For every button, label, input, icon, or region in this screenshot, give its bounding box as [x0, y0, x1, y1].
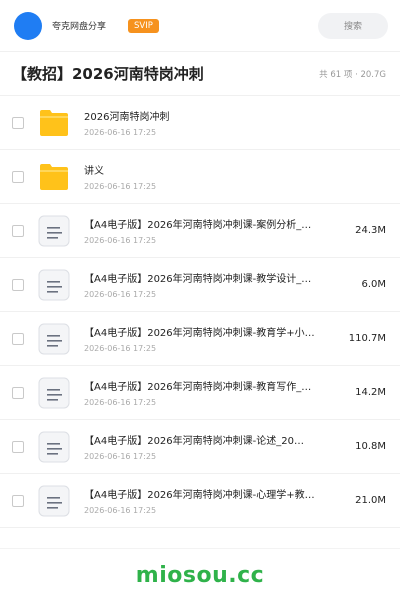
- item-time: 2026-06-16 17:25: [84, 506, 157, 515]
- item-checkbox[interactable]: [12, 170, 24, 183]
- folder-icon: [38, 161, 70, 193]
- document-icon: [38, 323, 70, 355]
- list-item[interactable]: 讲义 2026-06-16 17:25: [0, 150, 400, 204]
- item-time: 2026-06-16 17:25: [84, 344, 157, 353]
- search-button[interactable]: 搜索: [318, 12, 388, 39]
- item-size: 110.7M: [348, 333, 386, 344]
- item-name: 【A4电子版】2026年河南特岗冲刺课-案例分析_…: [84, 220, 312, 231]
- folder-title-bar: 【教招】2026河南特岗冲刺 共 61 项 · 20.7G: [0, 52, 400, 96]
- item-size: 6.0M: [361, 279, 386, 290]
- svip-badge[interactable]: SVIP: [128, 18, 159, 33]
- page-title: 【教招】2026河南特岗冲刺: [12, 65, 204, 83]
- item-name: 【A4电子版】2026年河南特岗冲刺课-教学设计_…: [84, 274, 312, 285]
- divider: [0, 548, 400, 549]
- list-item[interactable]: 2026河南特岗冲刺 2026-06-16 17:25: [0, 96, 400, 150]
- item-checkbox[interactable]: [12, 278, 24, 291]
- item-time: 2026-06-16 17:25: [84, 290, 157, 299]
- avatar[interactable]: [14, 11, 42, 40]
- item-name: 【A4电子版】2026年河南特岗冲刺课-教育写作_…: [84, 382, 312, 393]
- folder-icon: [38, 107, 70, 139]
- item-checkbox[interactable]: [12, 332, 24, 345]
- item-size: 24.3M: [355, 225, 386, 236]
- item-size: 10.8M: [355, 441, 386, 452]
- document-icon: [38, 485, 70, 517]
- list-item[interactable]: 【A4电子版】2026年河南特岗冲刺课-教育学+小… 2026-06-16 17…: [0, 312, 400, 366]
- list-item[interactable]: 【A4电子版】2026年河南特岗冲刺课-心理学+教… 2026-06-16 17…: [0, 474, 400, 528]
- item-name: 2026河南特岗冲刺: [84, 112, 170, 123]
- search-label: 搜索: [343, 22, 362, 32]
- app-name: 夸克网盘分享: [52, 22, 107, 32]
- item-checkbox[interactable]: [12, 386, 24, 399]
- item-checkbox[interactable]: [12, 116, 24, 129]
- file-list: 2026河南特岗冲刺 2026-06-16 17:25 讲义 2026-06-1…: [0, 96, 400, 528]
- document-icon: [38, 215, 70, 247]
- item-name: 【A4电子版】2026年河南特岗冲刺课-教育学+小…: [84, 328, 315, 339]
- document-icon: [38, 431, 70, 463]
- list-item[interactable]: 【A4电子版】2026年河南特岗冲刺课-教育写作_… 2026-06-16 17…: [0, 366, 400, 420]
- item-size: 14.2M: [355, 387, 386, 398]
- item-time: 2026-06-16 17:25: [84, 398, 157, 407]
- list-item[interactable]: 【A4电子版】2026年河南特岗冲刺课-案例分析_… 2026-06-16 17…: [0, 204, 400, 258]
- item-checkbox[interactable]: [12, 440, 24, 453]
- item-checkbox[interactable]: [12, 224, 24, 237]
- folder-meta: 共 61 项 · 20.7G: [319, 69, 386, 80]
- item-time: 2026-06-16 17:25: [84, 182, 157, 191]
- item-time: 2026-06-16 17:25: [84, 128, 157, 137]
- list-item[interactable]: 【A4电子版】2026年河南特岗冲刺课-教学设计_… 2026-06-16 17…: [0, 258, 400, 312]
- app-header: 夸克网盘分享 SVIP 搜索: [0, 0, 400, 52]
- watermark: miosou.cc: [135, 563, 265, 588]
- item-size: 21.0M: [355, 495, 386, 506]
- item-name: 讲义: [84, 166, 104, 177]
- document-icon: [38, 377, 70, 409]
- document-icon: [38, 269, 70, 301]
- list-item[interactable]: 【A4电子版】2026年河南特岗冲刺课-论述_20… 2026-06-16 17…: [0, 420, 400, 474]
- item-time: 2026-06-16 17:25: [84, 452, 157, 461]
- item-time: 2026-06-16 17:25: [84, 236, 157, 245]
- item-name: 【A4电子版】2026年河南特岗冲刺课-论述_20…: [84, 436, 304, 447]
- item-checkbox[interactable]: [12, 494, 24, 507]
- item-name: 【A4电子版】2026年河南特岗冲刺课-心理学+教…: [84, 490, 315, 501]
